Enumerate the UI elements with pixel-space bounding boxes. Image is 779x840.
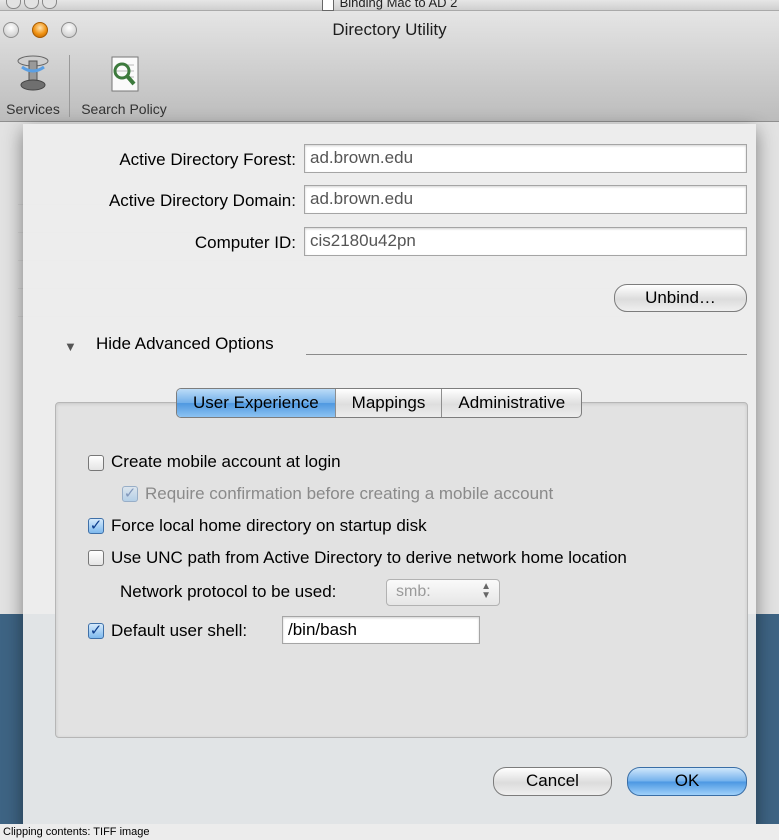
- computer-id-field[interactable]: cis2180u42pn: [304, 227, 747, 256]
- window-toolbar: Directory Utility Services Search Policy: [0, 11, 779, 122]
- tab-mappings[interactable]: Mappings: [336, 389, 443, 417]
- advanced-divider: [306, 354, 747, 355]
- status-bar: Clipping contents: TIFF image: [0, 824, 779, 840]
- active-directory-sheet: Active Directory Forest: ad.brown.edu Ac…: [23, 124, 756, 840]
- force-local-home-checkbox[interactable]: ✓: [88, 518, 104, 534]
- require-confirmation-label: Require confirmation before creating a m…: [145, 484, 554, 503]
- outer-window-title: Binding Mac to AD 2: [0, 0, 779, 11]
- disclosure-triangle-icon[interactable]: ▼: [64, 339, 77, 354]
- forest-label: Active Directory Forest:: [119, 150, 296, 169]
- advanced-tabs: User Experience Mappings Administrative: [176, 388, 583, 418]
- ok-button[interactable]: OK: [627, 767, 747, 796]
- network-protocol-label: Network protocol to be used:: [120, 582, 337, 601]
- require-confirmation-checkbox[interactable]: ✓: [122, 486, 138, 502]
- domain-label: Active Directory Domain:: [108, 191, 296, 210]
- outer-window-titlebar: Binding Mac to AD 2: [0, 0, 779, 11]
- use-unc-label: Use UNC path from Active Directory to de…: [111, 548, 627, 567]
- tab-administrative[interactable]: Administrative: [442, 389, 581, 417]
- services-icon: [13, 51, 53, 99]
- document-icon: [321, 0, 334, 11]
- toolbar-separator: [69, 55, 70, 117]
- toolbar-services[interactable]: Services: [2, 51, 64, 117]
- mobile-account-checkbox[interactable]: [88, 455, 104, 471]
- tab-user-experience[interactable]: User Experience: [177, 389, 336, 417]
- use-unc-checkbox[interactable]: [88, 550, 104, 566]
- toolbar-search-policy[interactable]: Search Policy: [75, 51, 173, 117]
- default-shell-checkbox[interactable]: ✓: [88, 623, 104, 639]
- hide-advanced-options[interactable]: Hide Advanced Options: [96, 334, 274, 354]
- network-protocol-popup[interactable]: smb: ▲ ▼: [386, 579, 500, 606]
- forest-field[interactable]: ad.brown.edu: [304, 144, 747, 173]
- mobile-account-label: Create mobile account at login: [111, 452, 341, 471]
- search-policy-icon: [104, 51, 144, 99]
- default-shell-label: Default user shell:: [111, 621, 248, 640]
- unbind-button[interactable]: Unbind…: [614, 284, 747, 312]
- force-local-home-label: Force local home directory on startup di…: [111, 516, 427, 535]
- default-shell-field[interactable]: /bin/bash: [282, 616, 480, 644]
- cancel-button[interactable]: Cancel: [493, 767, 612, 796]
- popup-arrows-icon: ▲ ▼: [481, 581, 491, 601]
- domain-field[interactable]: ad.brown.edu: [304, 185, 747, 214]
- window-title: Directory Utility: [332, 20, 447, 39]
- computer-id-label: Computer ID:: [194, 233, 296, 252]
